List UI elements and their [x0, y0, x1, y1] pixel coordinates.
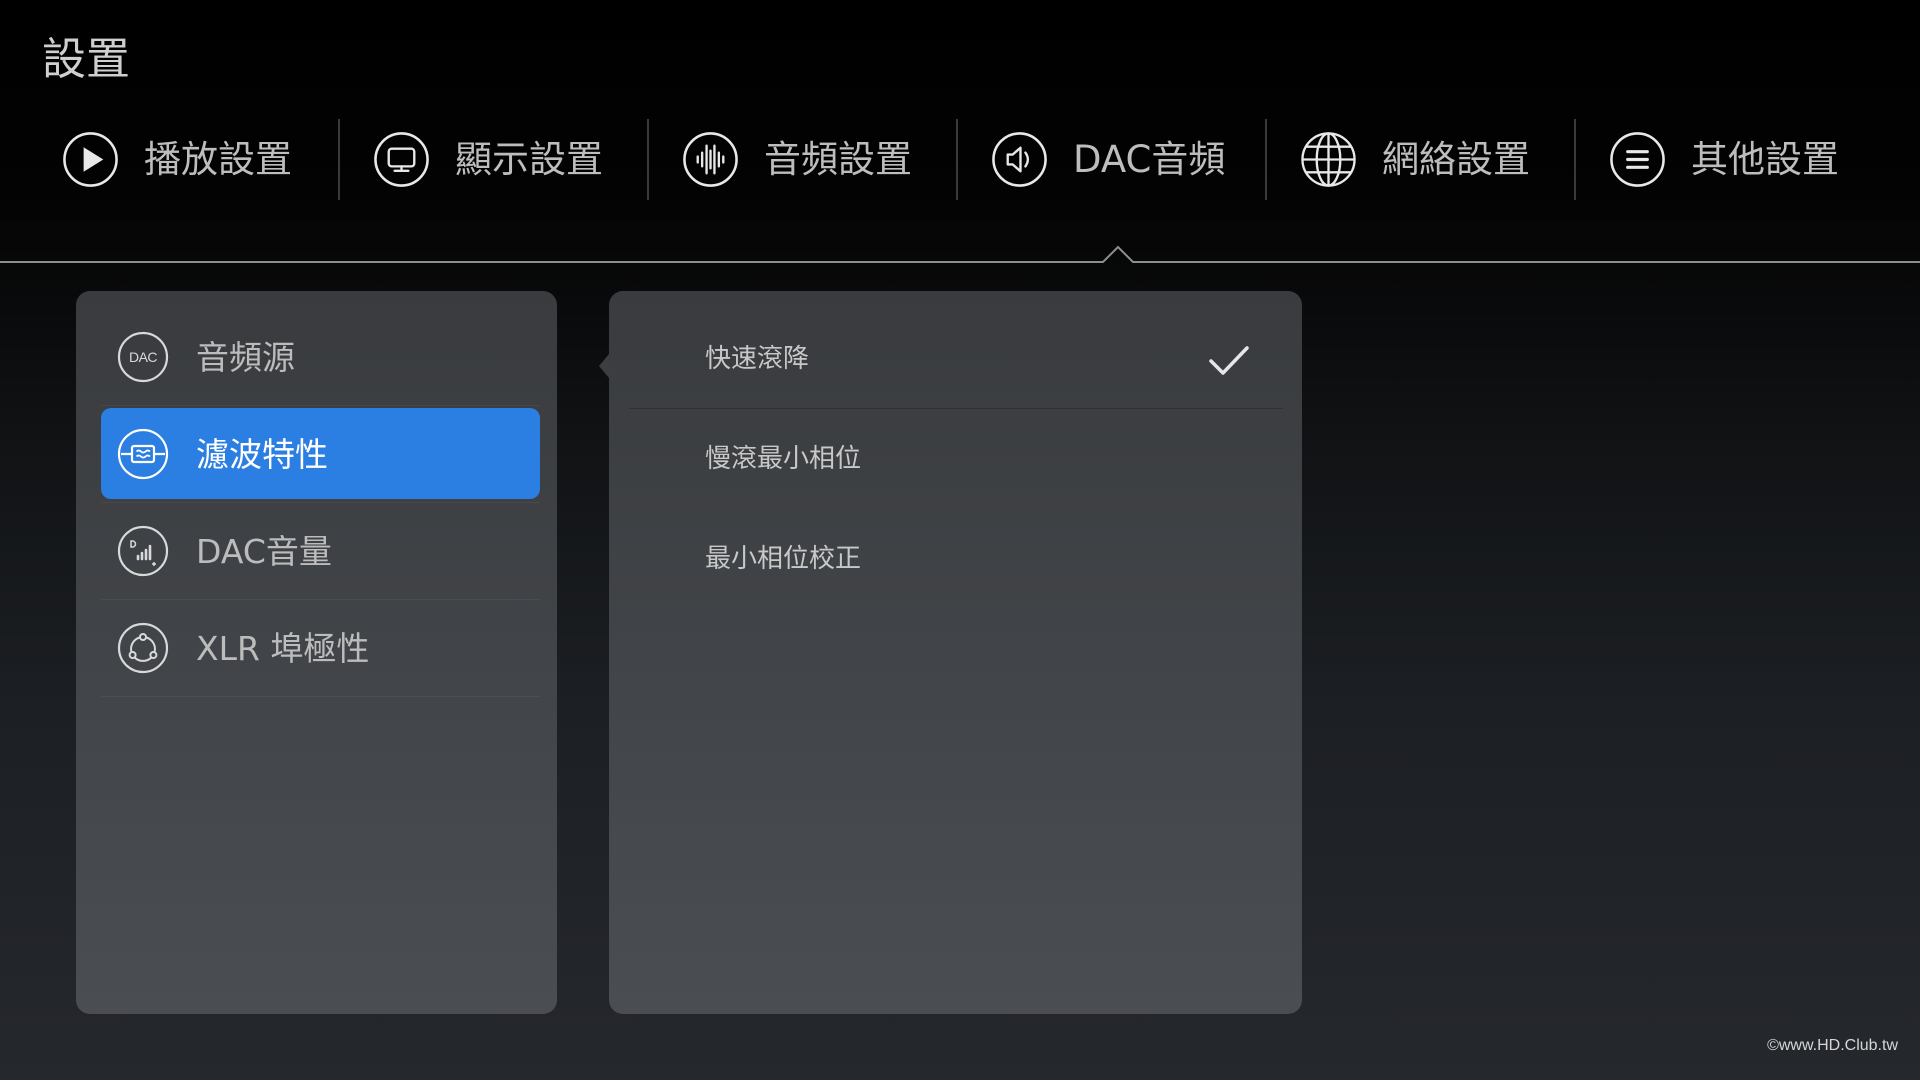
- polarity-icon: [117, 622, 169, 674]
- menu-item-label: DAC音量: [196, 532, 332, 571]
- watermark: ©www.HD.Club.tw: [1767, 1037, 1898, 1054]
- panel-pointer: [599, 354, 609, 378]
- tab-display-settings[interactable]: 顯示設置: [338, 119, 647, 200]
- tab-audio-settings[interactable]: 音頻設置: [647, 119, 956, 200]
- option-label: 快速滾降: [705, 344, 810, 374]
- menu-item-label: 音頻源: [196, 338, 295, 377]
- dac-icon: DAC: [117, 331, 169, 383]
- tab-network-settings[interactable]: 網絡設置: [1265, 119, 1574, 200]
- menu-item-label: XLR 埠極性: [196, 629, 370, 668]
- menu-item-audio-source[interactable]: DAC 音頻源: [101, 309, 540, 406]
- option-fast-roll-off[interactable]: 快速滾降: [629, 309, 1283, 409]
- option-label: 慢滾最小相位: [705, 444, 862, 474]
- top-tab-bar: 播放設置 顯示設置 音頻設置 DAC音頻 網絡設置 其他設置: [29, 119, 1883, 200]
- option-label: 最小相位校正: [705, 544, 862, 574]
- tab-label: 顯示設置: [455, 138, 603, 181]
- dac-settings-menu-panel: DAC 音頻源 濾波特性 DAC音量 XLR 埠極性: [76, 291, 557, 1014]
- menu-item-dac-volume[interactable]: DAC音量: [101, 503, 540, 600]
- speaker-icon: [991, 131, 1048, 188]
- tab-label: 網絡設置: [1382, 138, 1530, 181]
- tab-indicator-divider: [0, 245, 1920, 263]
- tab-label: DAC音頻: [1073, 138, 1226, 181]
- filter-icon: [117, 428, 169, 480]
- volume-bars-icon: [117, 525, 169, 577]
- menu-item-filter-characteristics[interactable]: 濾波特性: [101, 406, 540, 503]
- tab-other-settings[interactable]: 其他設置: [1574, 119, 1883, 200]
- tab-dac-audio[interactable]: DAC音頻: [956, 119, 1265, 200]
- menu-list: DAC 音頻源 濾波特性 DAC音量 XLR 埠極性: [76, 309, 557, 697]
- option-list: 快速滾降 慢滾最小相位 最小相位校正: [609, 309, 1302, 609]
- menu-item-xlr-polarity[interactable]: XLR 埠極性: [101, 600, 540, 697]
- option-minimum-phase-correction[interactable]: 最小相位校正: [629, 509, 1283, 609]
- menu-item-label: 濾波特性: [196, 435, 328, 474]
- tab-label: 播放設置: [144, 138, 292, 181]
- check-icon: [1208, 345, 1250, 377]
- filter-options-panel: 快速滾降 慢滾最小相位 最小相位校正: [599, 291, 1302, 1014]
- tab-label: 音頻設置: [764, 138, 912, 181]
- option-slow-roll-off-minimum-phase[interactable]: 慢滾最小相位: [629, 409, 1283, 509]
- monitor-icon: [373, 131, 430, 188]
- globe-icon: [1300, 131, 1357, 188]
- page-title: 設置: [42, 34, 130, 85]
- svg-text:DAC: DAC: [129, 349, 157, 365]
- audio-waveform-icon: [682, 131, 739, 188]
- tab-label: 其他設置: [1691, 138, 1839, 181]
- menu-icon: [1609, 131, 1666, 188]
- play-icon: [62, 131, 119, 188]
- tab-playback-settings[interactable]: 播放設置: [29, 119, 338, 200]
